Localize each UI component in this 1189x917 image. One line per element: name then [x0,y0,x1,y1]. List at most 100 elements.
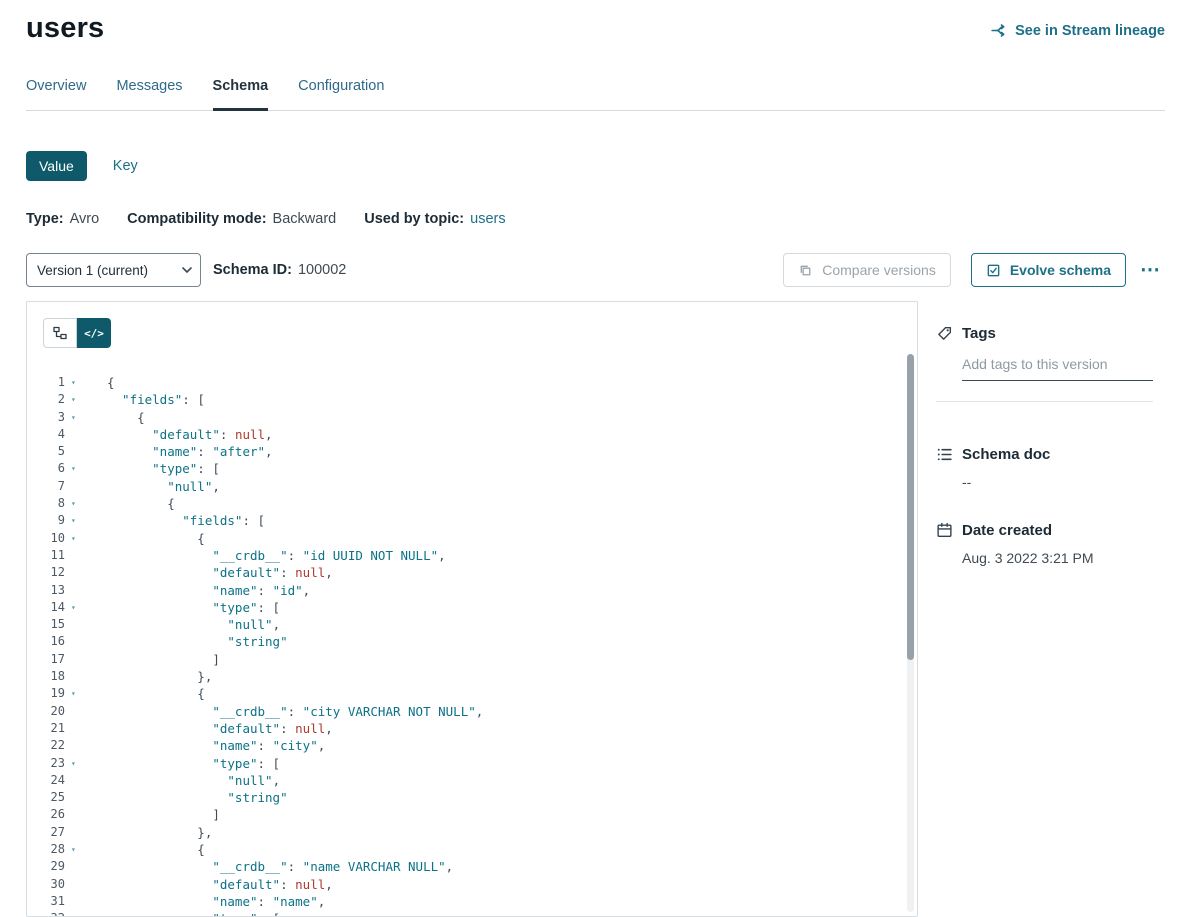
line-number: 7 [27,478,65,495]
fold-spacer [71,633,83,650]
code-text: "fields": [ [107,512,265,529]
compare-versions-button[interactable]: Compare versions [783,253,951,287]
code-line: 5"name": "after", [27,443,903,460]
code-line: 17] [27,651,903,668]
tab-configuration[interactable]: Configuration [298,78,384,110]
code-text: { [107,685,205,702]
code-token: : [258,583,273,598]
code-token: , [273,617,281,632]
code-text: { [107,374,115,391]
fold-toggle-icon[interactable]: ▾ [71,685,83,702]
code-text: "type": [ [107,599,280,616]
type-pair: Type: Avro [26,211,99,228]
tab-messages[interactable]: Messages [116,78,182,110]
line-number: 19 [27,685,65,702]
line-number: 32 [27,910,65,916]
code-line: 9▾"fields": [ [27,512,903,529]
code-line: 19 ▾ { [27,685,903,702]
code-line: 8▾{ [27,495,903,512]
code-token: , [212,479,220,494]
tab-overview[interactable]: Overview [26,78,86,110]
date-created-heading: Date created [936,522,1153,539]
fold-spacer [71,564,83,581]
evolve-schema-button[interactable]: Evolve schema [971,253,1126,287]
line-number: 22 [27,737,65,754]
code-token: : [ [197,461,220,476]
line-number: 17 [27,651,65,668]
code-token: , [265,444,273,459]
code-line: 29"__crdb__": "name VARCHAR NULL", [27,858,903,875]
fold-toggle-icon[interactable]: ▾ [71,512,83,529]
page-header: users See in Stream lineage [26,12,1165,44]
code-text: "type": [ [107,755,280,772]
more-options-button[interactable]: ⋯ [1136,258,1165,282]
fold-toggle-icon[interactable]: ▾ [71,409,83,426]
code-token: , [446,859,454,874]
stream-lineage-icon [990,22,1007,39]
code-token: ] [212,807,220,822]
compare-icon [798,263,813,278]
topic-link[interactable]: users [470,211,505,228]
version-select[interactable]: Version 1 (current) [26,253,201,287]
fold-toggle-icon[interactable]: ▾ [71,530,83,547]
version-select-wrap: Version 1 (current) [26,253,201,287]
fold-toggle-icon[interactable]: ▾ [71,391,83,408]
fold-toggle-icon[interactable]: ▾ [71,460,83,477]
value-toggle-button[interactable]: Value [26,151,87,181]
code-token: : [ [242,513,265,528]
fold-toggle-icon[interactable]: ▾ [71,374,83,391]
code-token: "fields" [122,392,182,407]
tab-schema[interactable]: Schema [213,78,269,110]
code-token: : [280,565,295,580]
code-token: "__crdb__" [212,548,287,563]
code-text: "name": "id", [107,582,310,599]
calendar-icon [936,522,953,539]
code-token: : [ [258,756,281,771]
code-view-label: </> [84,327,104,340]
code-token: "null" [227,617,272,632]
code-text: "name": "name", [107,893,325,910]
fold-toggle-icon[interactable]: ▾ [71,910,83,916]
code-token: : [288,859,303,874]
key-toggle-link[interactable]: Key [113,158,138,174]
tree-view-button[interactable] [43,318,77,348]
tags-heading: Tags [936,325,1153,342]
code-token: : [ [258,600,281,615]
code-token: }, [197,669,212,684]
code-text: "type": [ [107,910,280,916]
schema-id-label: Schema ID: [213,262,292,278]
code-line: 26] [27,806,903,823]
sidebar-divider [936,401,1153,402]
add-tags-input[interactable] [962,354,1153,381]
fold-toggle-icon[interactable]: ▾ [71,599,83,616]
editor-view-toggle: </> [43,318,111,348]
code-text: "null", [107,616,280,633]
code-line: 12"default": null, [27,564,903,581]
stream-lineage-link[interactable]: See in Stream lineage [990,22,1165,39]
code-text: "name": "city", [107,737,325,754]
code-token: , [325,721,333,736]
code-token: null [235,427,265,442]
code-line: 4"default": null, [27,426,903,443]
code-text: "null", [107,478,220,495]
fold-spacer [71,893,83,910]
code-token: "__crdb__" [212,704,287,719]
fold-spacer [71,547,83,564]
code-token: , [476,704,484,719]
code-line: 18}, [27,668,903,685]
scrollbar-thumb[interactable] [907,354,914,660]
code-token: "name" [212,738,257,753]
code-line: 22 "name": "city", [27,737,903,754]
code-view-button[interactable]: </> [77,318,111,348]
code-token: : [258,738,273,753]
code-token: , [318,738,326,753]
code-text: }, [107,824,212,841]
fold-toggle-icon[interactable]: ▾ [71,495,83,512]
fold-toggle-icon[interactable]: ▾ [71,841,83,858]
fold-toggle-icon[interactable]: ▾ [71,755,83,772]
line-number: 18 [27,668,65,685]
code-token: : [ [258,911,281,916]
code-text: "fields": [ [107,391,205,408]
code-text: "__crdb__": "id UUID NOT NULL", [107,547,446,564]
code-text: "default": null, [107,426,273,443]
